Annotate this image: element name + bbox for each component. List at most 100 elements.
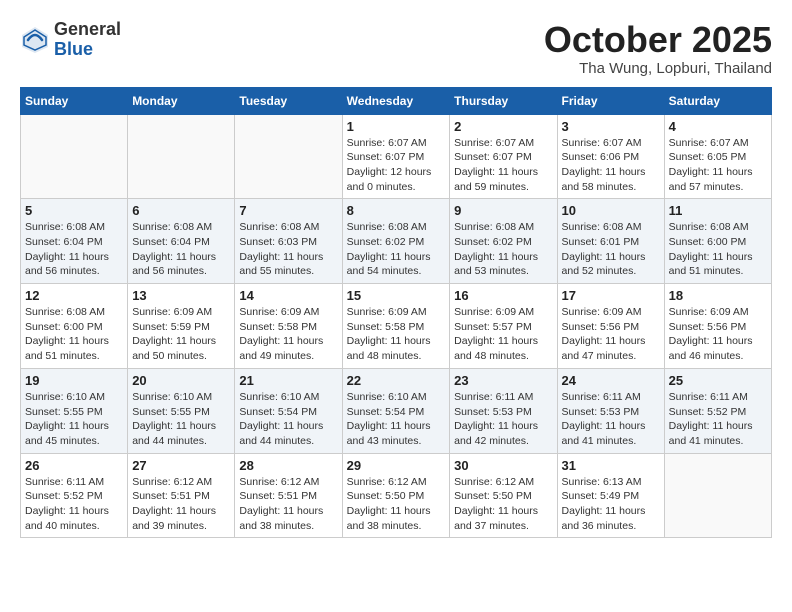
- logo-general-text: General: [54, 20, 121, 40]
- day-info: Sunrise: 6:08 AM Sunset: 6:04 PM Dayligh…: [25, 220, 123, 279]
- day-number: 11: [669, 203, 767, 218]
- day-info: Sunrise: 6:11 AM Sunset: 5:52 PM Dayligh…: [25, 475, 123, 534]
- calendar-day-cell: 22 Sunrise: 6:10 AM Sunset: 5:54 PM Dayli…: [342, 368, 450, 453]
- calendar-day-cell: 27 Sunrise: 6:12 AM Sunset: 5:51 PM Dayli…: [128, 453, 235, 538]
- day-number: 30: [454, 458, 552, 473]
- logo-icon: [20, 25, 50, 55]
- day-number: 15: [347, 288, 446, 303]
- day-number: 29: [347, 458, 446, 473]
- day-number: 19: [25, 373, 123, 388]
- day-number: 4: [669, 119, 767, 134]
- calendar-day-cell: 2 Sunrise: 6:07 AM Sunset: 6:07 PM Daylig…: [450, 114, 557, 199]
- day-number: 22: [347, 373, 446, 388]
- location: Tha Wung, Lopburi, Thailand: [544, 60, 772, 77]
- calendar-week-row: 5Sunrise: 6:08 AM Sunset: 6:04 PM Daylig…: [21, 199, 772, 284]
- day-number: 28: [239, 458, 337, 473]
- day-number: 16: [454, 288, 552, 303]
- logo-blue-text: Blue: [54, 40, 121, 60]
- calendar-day-cell: 9 Sunrise: 6:08 AM Sunset: 6:02 PM Daylig…: [450, 199, 557, 284]
- day-info: Sunrise: 6:08 AM Sunset: 6:04 PM Dayligh…: [132, 220, 230, 279]
- day-number: 7: [239, 203, 337, 218]
- day-info: Sunrise: 6:08 AM Sunset: 6:01 PM Dayligh…: [562, 220, 660, 279]
- calendar-day-cell: 6 Sunrise: 6:08 AM Sunset: 6:04 PM Daylig…: [128, 199, 235, 284]
- day-number: 13: [132, 288, 230, 303]
- day-info: Sunrise: 6:12 AM Sunset: 5:51 PM Dayligh…: [132, 475, 230, 534]
- day-number: 24: [562, 373, 660, 388]
- month-title: October 2025: [544, 20, 772, 60]
- day-info: Sunrise: 6:09 AM Sunset: 5:58 PM Dayligh…: [347, 305, 446, 364]
- day-info: Sunrise: 6:08 AM Sunset: 6:02 PM Dayligh…: [454, 220, 552, 279]
- logo: General Blue: [20, 20, 121, 60]
- calendar-week-row: 26 Sunrise: 6:11 AM Sunset: 5:52 PM Dayli…: [21, 453, 772, 538]
- day-info: Sunrise: 6:09 AM Sunset: 5:57 PM Dayligh…: [454, 305, 552, 364]
- day-number: 25: [669, 373, 767, 388]
- day-number: 2: [454, 119, 552, 134]
- weekday-header-wednesday: Wednesday: [342, 87, 450, 114]
- day-info: Sunrise: 6:10 AM Sunset: 5:55 PM Dayligh…: [25, 390, 123, 449]
- day-info: Sunrise: 6:08 AM Sunset: 6:00 PM Dayligh…: [669, 220, 767, 279]
- day-number: 12: [25, 288, 123, 303]
- calendar-day-cell: 18 Sunrise: 6:09 AM Sunset: 5:56 PM Dayli…: [664, 284, 771, 369]
- calendar-day-cell: 1Sunrise: 6:07 AM Sunset: 6:07 PM Daylig…: [342, 114, 450, 199]
- calendar-day-cell: 30 Sunrise: 6:12 AM Sunset: 5:50 PM Dayli…: [450, 453, 557, 538]
- day-info: Sunrise: 6:09 AM Sunset: 5:56 PM Dayligh…: [562, 305, 660, 364]
- day-number: 6: [132, 203, 230, 218]
- calendar-day-cell: [664, 453, 771, 538]
- day-number: 26: [25, 458, 123, 473]
- day-info: Sunrise: 6:11 AM Sunset: 5:53 PM Dayligh…: [454, 390, 552, 449]
- calendar-day-cell: 13 Sunrise: 6:09 AM Sunset: 5:59 PM Dayli…: [128, 284, 235, 369]
- calendar-day-cell: 24 Sunrise: 6:11 AM Sunset: 5:53 PM Dayli…: [557, 368, 664, 453]
- calendar-day-cell: 20 Sunrise: 6:10 AM Sunset: 5:55 PM Dayli…: [128, 368, 235, 453]
- day-number: 14: [239, 288, 337, 303]
- day-info: Sunrise: 6:11 AM Sunset: 5:52 PM Dayligh…: [669, 390, 767, 449]
- day-info: Sunrise: 6:10 AM Sunset: 5:55 PM Dayligh…: [132, 390, 230, 449]
- day-info: Sunrise: 6:11 AM Sunset: 5:53 PM Dayligh…: [562, 390, 660, 449]
- day-number: 1: [347, 119, 446, 134]
- weekday-header-row: SundayMondayTuesdayWednesdayThursdayFrid…: [21, 87, 772, 114]
- calendar-day-cell: [128, 114, 235, 199]
- calendar-day-cell: 3Sunrise: 6:07 AM Sunset: 6:06 PM Daylig…: [557, 114, 664, 199]
- title-block: October 2025 Tha Wung, Lopburi, Thailand: [544, 20, 772, 77]
- calendar-day-cell: 17 Sunrise: 6:09 AM Sunset: 5:56 PM Dayli…: [557, 284, 664, 369]
- day-info: Sunrise: 6:09 AM Sunset: 5:59 PM Dayligh…: [132, 305, 230, 364]
- day-number: 8: [347, 203, 446, 218]
- day-info: Sunrise: 6:07 AM Sunset: 6:06 PM Dayligh…: [562, 136, 660, 195]
- calendar-table: SundayMondayTuesdayWednesdayThursdayFrid…: [20, 87, 772, 539]
- day-info: Sunrise: 6:07 AM Sunset: 6:05 PM Dayligh…: [669, 136, 767, 195]
- day-info: Sunrise: 6:12 AM Sunset: 5:50 PM Dayligh…: [454, 475, 552, 534]
- day-info: Sunrise: 6:09 AM Sunset: 5:56 PM Dayligh…: [669, 305, 767, 364]
- day-info: Sunrise: 6:10 AM Sunset: 5:54 PM Dayligh…: [347, 390, 446, 449]
- calendar-day-cell: [235, 114, 342, 199]
- day-info: Sunrise: 6:08 AM Sunset: 6:00 PM Dayligh…: [25, 305, 123, 364]
- calendar-day-cell: 5Sunrise: 6:08 AM Sunset: 6:04 PM Daylig…: [21, 199, 128, 284]
- day-info: Sunrise: 6:09 AM Sunset: 5:58 PM Dayligh…: [239, 305, 337, 364]
- calendar-day-cell: 16 Sunrise: 6:09 AM Sunset: 5:57 PM Dayli…: [450, 284, 557, 369]
- calendar-day-cell: 8 Sunrise: 6:08 AM Sunset: 6:02 PM Daylig…: [342, 199, 450, 284]
- weekday-header-monday: Monday: [128, 87, 235, 114]
- logo-text: General Blue: [54, 20, 121, 60]
- day-info: Sunrise: 6:08 AM Sunset: 6:02 PM Dayligh…: [347, 220, 446, 279]
- day-number: 27: [132, 458, 230, 473]
- day-info: Sunrise: 6:08 AM Sunset: 6:03 PM Dayligh…: [239, 220, 337, 279]
- day-number: 31: [562, 458, 660, 473]
- calendar-day-cell: 28 Sunrise: 6:12 AM Sunset: 5:51 PM Dayli…: [235, 453, 342, 538]
- page-header: General Blue October 2025 Tha Wung, Lopb…: [20, 20, 772, 77]
- weekday-header-saturday: Saturday: [664, 87, 771, 114]
- day-info: Sunrise: 6:12 AM Sunset: 5:50 PM Dayligh…: [347, 475, 446, 534]
- weekday-header-thursday: Thursday: [450, 87, 557, 114]
- calendar-day-cell: 31Sunrise: 6:13 AM Sunset: 5:49 PM Dayli…: [557, 453, 664, 538]
- calendar-week-row: 1 Sunrise: 6:07 AM Sunset: 6:07 PM Daylig…: [21, 114, 772, 199]
- calendar-day-cell: 4 Sunrise: 6:07 AM Sunset: 6:05 PM Daylig…: [664, 114, 771, 199]
- calendar-day-cell: 14 Sunrise: 6:09 AM Sunset: 5:58 PM Dayli…: [235, 284, 342, 369]
- calendar-day-cell: 11 Sunrise: 6:08 AM Sunset: 6:00 PM Dayli…: [664, 199, 771, 284]
- calendar-day-cell: [21, 114, 128, 199]
- day-number: 20: [132, 373, 230, 388]
- day-info: Sunrise: 6:12 AM Sunset: 5:51 PM Dayligh…: [239, 475, 337, 534]
- weekday-header-tuesday: Tuesday: [235, 87, 342, 114]
- day-number: 18: [669, 288, 767, 303]
- calendar-day-cell: 26 Sunrise: 6:11 AM Sunset: 5:52 PM Dayli…: [21, 453, 128, 538]
- day-info: Sunrise: 6:07 AM Sunset: 6:07 PM Dayligh…: [454, 136, 552, 195]
- day-number: 17: [562, 288, 660, 303]
- calendar-day-cell: 23Sunrise: 6:11 AM Sunset: 5:53 PM Dayli…: [450, 368, 557, 453]
- day-number: 9: [454, 203, 552, 218]
